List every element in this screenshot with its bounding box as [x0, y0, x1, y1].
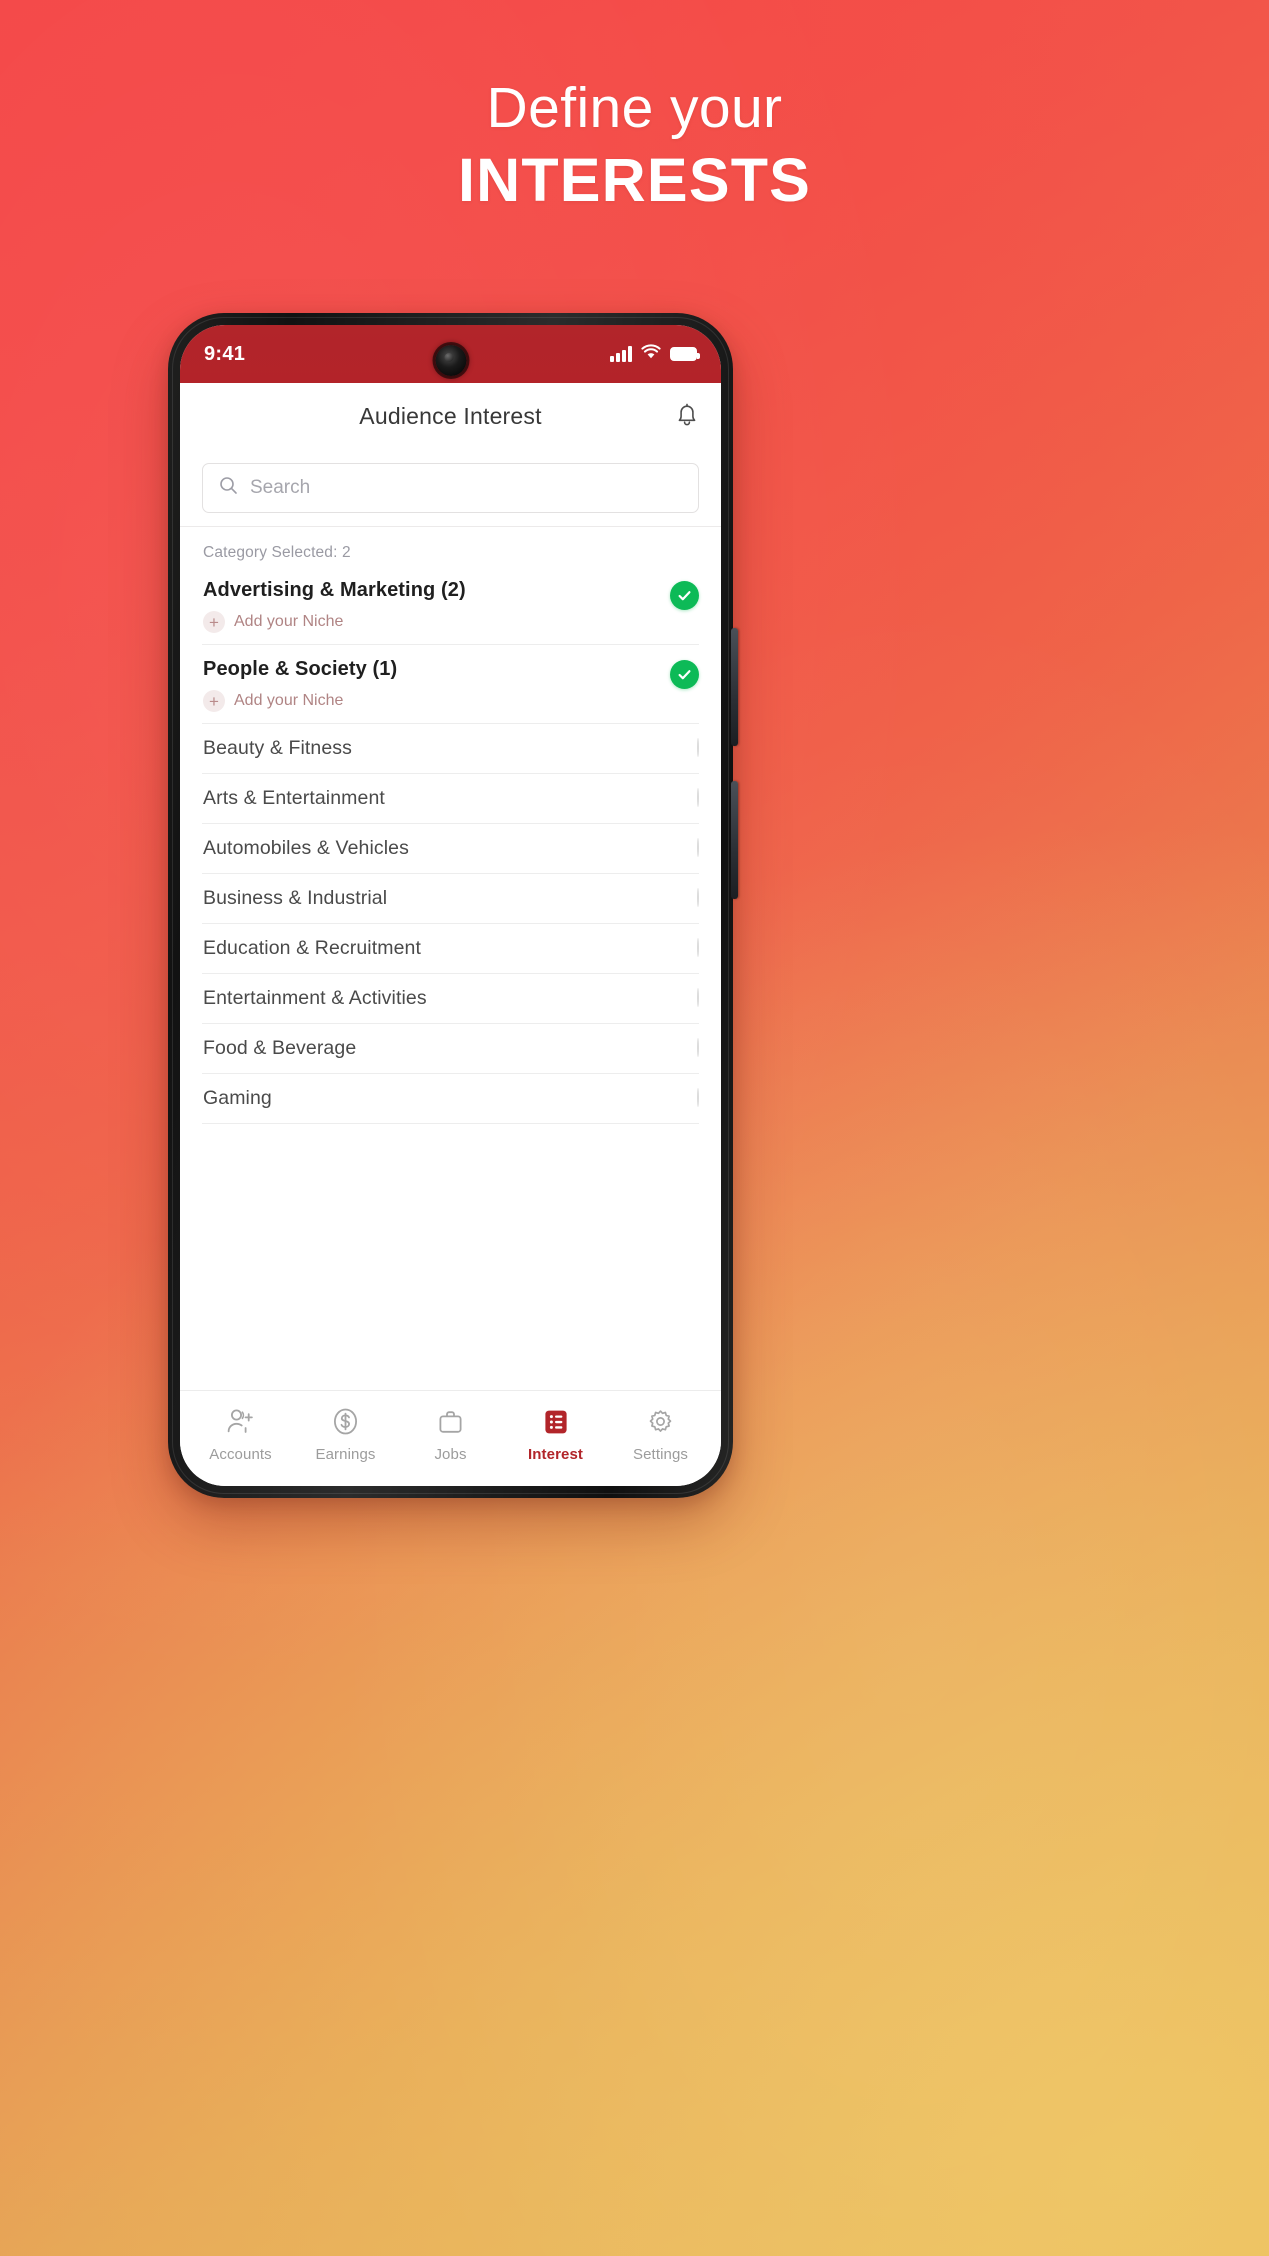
list-item-label: Entertainment & Activities	[203, 987, 427, 1009]
nav-item-interest[interactable]: Interest	[503, 1407, 608, 1463]
search-placeholder: Search	[250, 476, 311, 498]
check-icon	[670, 581, 699, 610]
search-icon	[219, 476, 238, 500]
cellular-signal-icon	[610, 346, 632, 362]
list-item[interactable]: Entertainment & Activities	[202, 974, 699, 1024]
list-item[interactable]: Business & Industrial	[202, 874, 699, 924]
page-title: Audience Interest	[359, 402, 542, 429]
list-item-label: Education & Recruitment	[203, 937, 421, 959]
list-item[interactable]: Advertising & Marketing (2) + Add your N…	[202, 566, 699, 645]
promo-headline-line1: Define your	[486, 76, 783, 140]
search-input[interactable]: Search	[202, 462, 699, 513]
empty-circle-icon	[697, 888, 699, 907]
list-icon	[542, 1407, 570, 1437]
list-item-checkbox[interactable]	[670, 660, 699, 689]
status-bar-time: 9:41	[204, 342, 246, 365]
add-niche-label: Add your Niche	[234, 692, 344, 709]
nav-item-jobs[interactable]: Jobs	[398, 1407, 503, 1463]
bottom-navigation: Accounts Earnings Jobs Interest Settings	[180, 1390, 721, 1486]
nav-label: Interest	[528, 1445, 583, 1463]
promo-screenshot: Define your INTERESTS 9:41 Audience Inte…	[0, 0, 1269, 2256]
empty-circle-icon	[697, 988, 699, 1007]
empty-circle-icon	[697, 838, 699, 857]
battery-icon	[670, 347, 700, 361]
list-item-label: Arts & Entertainment	[203, 787, 385, 809]
empty-circle-icon	[697, 1088, 699, 1107]
add-niche-label: Add your Niche	[234, 613, 344, 630]
list-item-checkbox[interactable]	[697, 888, 699, 907]
status-bar-indicators	[610, 343, 700, 365]
gear-icon	[646, 1407, 675, 1437]
bell-icon[interactable]	[675, 403, 699, 429]
check-icon	[670, 660, 699, 689]
briefcase-icon	[437, 1407, 464, 1437]
list-item-checkbox[interactable]	[697, 838, 699, 857]
nav-item-settings[interactable]: Settings	[608, 1407, 713, 1463]
list-item[interactable]: Arts & Entertainment	[202, 774, 699, 824]
category-selected-count: Category Selected: 2	[203, 544, 351, 561]
volume-button[interactable]	[731, 628, 738, 746]
list-item[interactable]: Beauty & Fitness	[202, 724, 699, 774]
nav-item-accounts[interactable]: Accounts	[188, 1407, 293, 1463]
nav-label: Settings	[633, 1445, 688, 1463]
add-niche-button[interactable]: + Add your Niche	[203, 611, 660, 633]
list-item-checkbox[interactable]	[697, 738, 699, 757]
list-item-label: Advertising & Marketing (2)	[203, 579, 466, 601]
list-item-checkbox[interactable]	[670, 581, 699, 610]
list-item-checkbox[interactable]	[697, 1038, 699, 1057]
promo-headline: Define your INTERESTS	[0, 78, 1269, 215]
empty-circle-icon	[697, 938, 699, 957]
app-bar: Audience Interest	[180, 383, 721, 449]
plus-icon: +	[203, 611, 225, 633]
list-item-checkbox[interactable]	[697, 988, 699, 1007]
list-item-label: Beauty & Fitness	[203, 737, 353, 759]
phone-screen: 9:41 Audience Interest Search Category S…	[180, 325, 721, 1486]
empty-circle-icon	[697, 1038, 699, 1057]
nav-label: Earnings	[315, 1445, 376, 1463]
dollar-coin-icon	[331, 1407, 360, 1437]
nav-label: Jobs	[434, 1445, 467, 1463]
front-camera-icon	[435, 345, 466, 376]
list-item[interactable]: Gaming	[202, 1074, 699, 1124]
list-item[interactable]: Automobiles & Vehicles	[202, 824, 699, 874]
add-person-icon	[226, 1407, 256, 1437]
nav-label: Accounts	[209, 1445, 272, 1463]
plus-icon: +	[203, 690, 225, 712]
interest-list[interactable]: Category Selected: 2 Advertising & Marke…	[180, 527, 721, 1390]
list-item-label: Food & Beverage	[203, 1037, 357, 1059]
list-item-label: Automobiles & Vehicles	[203, 837, 409, 859]
list-item-checkbox[interactable]	[697, 938, 699, 957]
power-button[interactable]	[731, 781, 738, 899]
status-bar: 9:41	[180, 325, 721, 383]
list-item[interactable]: People & Society (1) + Add your Niche	[202, 645, 699, 724]
wifi-icon	[641, 343, 661, 365]
list-item[interactable]: Education & Recruitment	[202, 924, 699, 974]
list-item[interactable]: Food & Beverage	[202, 1024, 699, 1074]
list-item-checkbox[interactable]	[697, 1088, 699, 1107]
list-fade-overlay	[180, 1344, 721, 1390]
list-item-label: Gaming	[203, 1087, 272, 1109]
list-item-label: People & Society (1)	[203, 658, 398, 680]
promo-headline-line2: INTERESTS	[457, 146, 812, 215]
add-niche-button[interactable]: + Add your Niche	[203, 690, 660, 712]
search-section: Search	[180, 449, 721, 527]
empty-circle-icon	[697, 738, 699, 757]
list-item-checkbox[interactable]	[697, 788, 699, 807]
nav-item-earnings[interactable]: Earnings	[293, 1407, 398, 1463]
list-item-label: Business & Industrial	[203, 887, 388, 909]
phone-mockup: 9:41 Audience Interest Search Category S…	[168, 313, 738, 1498]
empty-circle-icon	[697, 788, 699, 807]
